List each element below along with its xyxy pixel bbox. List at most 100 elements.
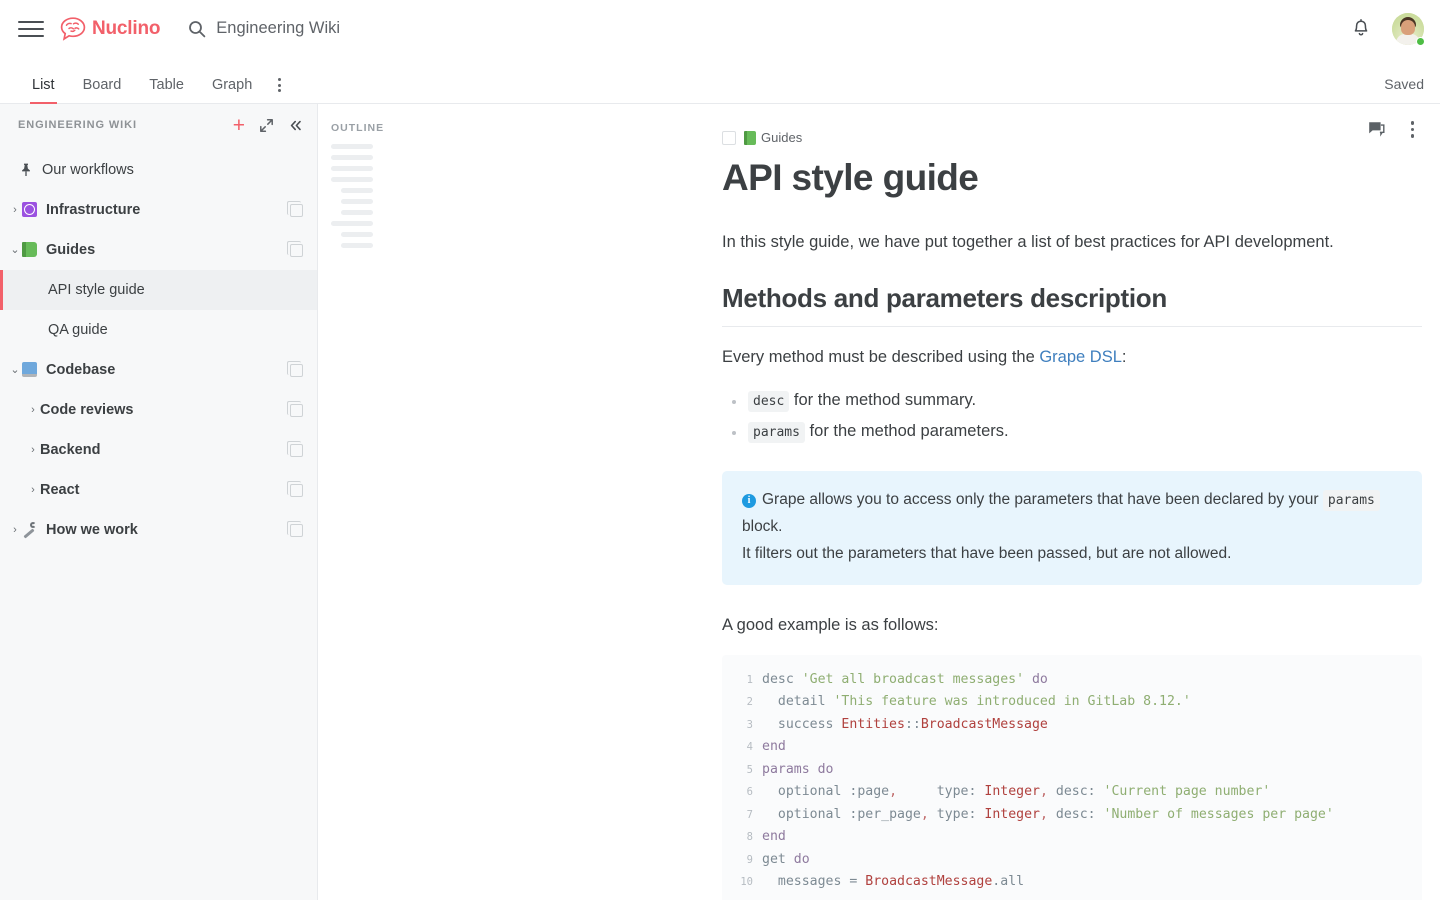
double-chevron-left-icon[interactable]: [288, 118, 303, 133]
code-line-text: messages = BroadcastMessage.all: [777, 874, 1025, 890]
code-line: 9 get do: [722, 849, 1422, 872]
sidebar-item-code-reviews[interactable]: › Code reviews: [0, 390, 317, 430]
line-number: 6: [746, 786, 753, 799]
tab-list[interactable]: List: [18, 77, 69, 104]
more-options-icon[interactable]: [266, 78, 293, 103]
tab-graph[interactable]: Graph: [198, 77, 266, 104]
tab-board[interactable]: Board: [69, 77, 136, 104]
top-bar: Nuclino: [0, 0, 1440, 57]
line-number: 3: [746, 718, 753, 731]
sidebar-item-label: How we work: [46, 522, 138, 538]
outline-skeleton: [326, 144, 520, 248]
sidebar-item-guides[interactable]: ⌄ Guides: [0, 230, 317, 270]
chevron-icon[interactable]: ⌄: [8, 244, 22, 256]
sidebar-item-infrastructure[interactable]: › Infrastructure: [0, 190, 317, 230]
outline-skeleton-bar: [341, 232, 373, 237]
chevron-icon[interactable]: ›: [26, 404, 40, 416]
main-layout: ENGINEERING WIKI + Our workflows › Infrast…: [0, 104, 1440, 900]
duplicate-icon[interactable]: [287, 480, 303, 497]
example-lead: A good example is as follows:: [722, 616, 939, 635]
duplicate-icon[interactable]: [287, 240, 303, 257]
callout-line1-a: Grape allows you to access only the para…: [762, 491, 1323, 509]
sidebar-actions: +: [233, 115, 303, 136]
search-input[interactable]: [216, 19, 637, 38]
search-bar[interactable]: [188, 19, 1350, 38]
code-desc: desc: [748, 390, 790, 412]
chevron-icon[interactable]: ⌄: [8, 364, 22, 376]
chevron-icon[interactable]: ›: [26, 484, 40, 496]
chevron-icon[interactable]: ›: [26, 444, 40, 456]
callout-line1-b: block.: [742, 518, 783, 536]
outline-skeleton-bar: [331, 155, 373, 160]
sidebar-item-backend[interactable]: › Backend: [0, 430, 317, 470]
sidebar-item-our-workflows[interactable]: Our workflows: [0, 150, 317, 190]
sidebar-item-qa-guide[interactable]: QA guide: [0, 310, 317, 350]
code-line-text: success Entities::BroadcastMessage: [777, 716, 1048, 732]
sidebar-item-react[interactable]: › React: [0, 470, 317, 510]
code-block[interactable]: 1 desc 'Get all broadcast messages' do 2 d…: [722, 654, 1422, 900]
sidebar-item-label: Guides: [46, 242, 96, 258]
duplicate-icon[interactable]: [287, 200, 303, 217]
more-options-icon[interactable]: [1407, 118, 1419, 141]
sidebar-header: ENGINEERING WIKI +: [0, 108, 317, 142]
tab-table[interactable]: Table: [135, 77, 198, 104]
sidebar-item-label: Backend: [40, 442, 101, 458]
code-line-text: get do: [762, 851, 810, 867]
code-line: 6 optional :page, type: Integer, desc: '…: [722, 781, 1422, 804]
code-line: 5 params do: [722, 759, 1422, 782]
code-line-text: end: [762, 829, 786, 845]
list-item-text: for the method summary.: [789, 390, 977, 409]
outline-skeleton-bar: [331, 166, 373, 171]
app-name: Nuclino: [92, 17, 161, 39]
duplicate-icon[interactable]: [287, 440, 303, 457]
duplicate-icon[interactable]: [287, 400, 303, 417]
list-item: desc for the method summary.: [722, 385, 1422, 416]
line-number: 7: [746, 808, 753, 821]
outline-skeleton-bar: [331, 144, 373, 149]
chevron-icon[interactable]: ›: [8, 524, 22, 536]
code-line-text: optional :per_page, type: Integer, desc:…: [777, 806, 1334, 822]
atom-icon: [22, 202, 39, 218]
code-line-text: desc 'Get all broadcast messages' do: [762, 671, 1048, 687]
callout-line2: It filters out the parameters that have …: [742, 544, 1232, 562]
outline-skeleton-bar: [341, 210, 373, 215]
duplicate-icon[interactable]: [287, 520, 303, 537]
comment-bubble-icon[interactable]: [1368, 121, 1385, 137]
outline-skeleton-bar: [341, 188, 373, 193]
chevron-icon[interactable]: ›: [8, 204, 22, 216]
sidebar-item-how-we-work[interactable]: › How we work: [0, 510, 317, 550]
duplicate-icon[interactable]: [287, 360, 303, 377]
online-status-dot: [1416, 36, 1425, 46]
line-number: 1: [746, 673, 753, 686]
code-line: 2 detail 'This feature was introduced in…: [722, 691, 1422, 714]
plus-icon[interactable]: +: [233, 115, 245, 136]
outline-skeleton-bar: [331, 177, 373, 182]
code-line: 8 end: [722, 826, 1422, 849]
app-logo[interactable]: Nuclino: [60, 16, 161, 41]
page-title[interactable]: API style guide: [722, 157, 1422, 200]
outline-skeleton-bar: [341, 243, 373, 248]
search-icon: [189, 20, 206, 37]
document-pane: Guides API style guide In this style gui…: [520, 104, 1440, 900]
line-number: 4: [746, 741, 753, 754]
avatar[interactable]: [1392, 12, 1425, 46]
section-heading: Methods and parameters description: [722, 283, 1422, 328]
sidebar-item-label: Our workflows: [42, 162, 134, 178]
code-params-inline: params: [1322, 490, 1380, 512]
grape-dsl-link[interactable]: Grape DSL: [1039, 348, 1122, 366]
list-item: params for the method parameters.: [722, 416, 1422, 447]
sidebar-item-label: Code reviews: [40, 402, 134, 418]
line-number: 10: [740, 876, 753, 889]
breadcrumb-parent[interactable]: Guides: [744, 130, 802, 145]
outline-title: OUTLINE: [331, 122, 385, 134]
sidebar-item-codebase[interactable]: ⌄ Codebase: [0, 350, 317, 390]
section-intro-suffix: :: [1121, 348, 1127, 367]
sidebar-tree: Our workflows › Infrastructure ⌄ Guides API s…: [0, 150, 317, 550]
hamburger-menu-icon[interactable]: [18, 16, 44, 42]
sidebar: ENGINEERING WIKI + Our workflows › Infrast…: [0, 104, 318, 900]
sidebar-item-api-style-guide[interactable]: API style guide: [0, 270, 317, 310]
outline-skeleton-bar: [331, 221, 373, 226]
expand-icon[interactable]: [259, 118, 274, 133]
bell-icon[interactable]: [1350, 18, 1372, 40]
callout-text: i Grape allows you to access only the par…: [742, 487, 1402, 567]
